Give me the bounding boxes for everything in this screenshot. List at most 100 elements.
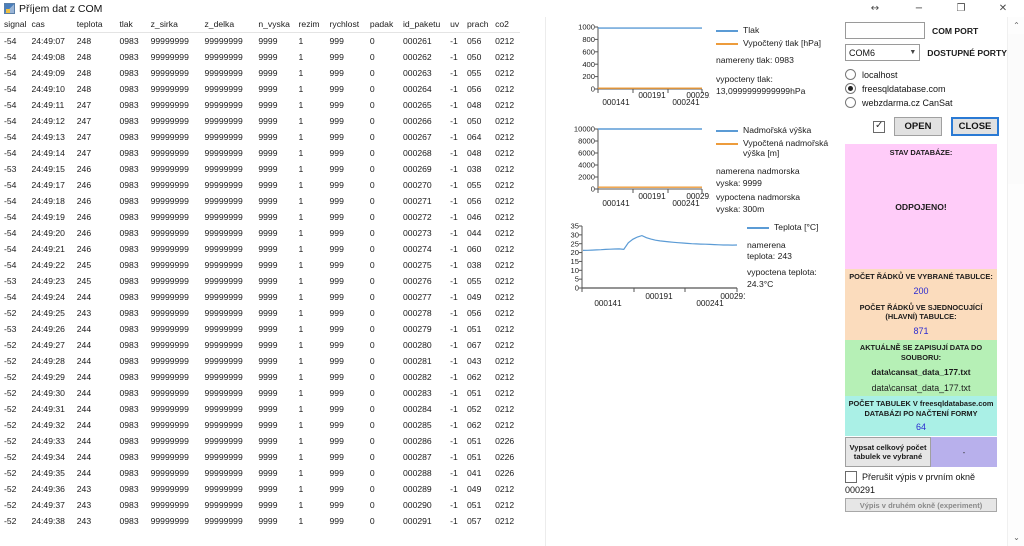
break-output-row[interactable]: Přerušit výpis v prvním okně	[845, 471, 1007, 484]
cell-z_delka: 99999999	[204, 67, 243, 78]
cell-signal: -52	[4, 371, 17, 382]
radio-localhost-icon[interactable]	[845, 69, 856, 80]
second-window-output-button[interactable]: Výpis v druhém okně (experiment)	[845, 498, 997, 513]
close-button[interactable]: CLOSE	[951, 117, 999, 136]
cell-z_sirka: 99999999	[150, 67, 189, 78]
cell-uv: -1	[450, 339, 458, 350]
table-row[interactable]: -54 24:49:11 247 0983 99999999 99999999 9999 1 9…	[0, 97, 520, 113]
break-output-checkbox[interactable]	[845, 471, 857, 484]
cell-uv: -1	[450, 115, 458, 126]
column-header-co2[interactable]: co2	[495, 17, 520, 33]
cell-n_vyska: 9999	[258, 83, 278, 94]
cell-z_sirka: 99999999	[150, 467, 189, 478]
cell-z_delka: 99999999	[204, 211, 243, 222]
column-header-cas[interactable]: cas	[31, 17, 77, 33]
table-row[interactable]: -52 24:49:32 244 0983 99999999 99999999 9999 1 9…	[0, 417, 520, 433]
cell-co2: 0212	[495, 147, 515, 158]
data-table-pane[interactable]: signal cas teplota tlak z_sirka z_delka n_vysk…	[0, 17, 520, 546]
resize-icon[interactable]: ↔	[852, 0, 898, 17]
table-row[interactable]: -52 24:49:33 244 0983 99999999 99999999 9999 1 9…	[0, 433, 520, 449]
cell-n_vyska: 9999	[258, 323, 278, 334]
table-row[interactable]: -52 24:49:30 244 0983 99999999 99999999 9999 1 9…	[0, 385, 520, 401]
column-header-signal[interactable]: signal	[0, 17, 32, 33]
radio-row-webzdarma[interactable]: webzdarma.cz CanSat	[845, 97, 1007, 108]
scroll-down-icon[interactable]: ⌄	[1008, 529, 1024, 546]
table-row[interactable]: -52 24:49:34 244 0983 99999999 99999999 9999 1 9…	[0, 449, 520, 465]
vertical-scrollbar[interactable]: ⌃ ⌄	[1007, 17, 1024, 546]
table-row[interactable]: -54 24:49:09 248 0983 99999999 99999999 9999 1 9…	[0, 65, 520, 81]
table-row[interactable]: -54 24:49:19 246 0983 99999999 99999999 9999 1 9…	[0, 209, 520, 225]
cell-prach: 055	[467, 179, 482, 190]
table-row[interactable]: -54 24:49:22 245 0983 99999999 99999999 9999 1 9…	[0, 257, 520, 273]
column-header-teplota[interactable]: teplota	[76, 17, 120, 33]
cell-id_paketu: 000264	[403, 83, 432, 94]
table-row[interactable]: -52 24:49:36 243 0983 99999999 99999999 9999 1 9…	[0, 481, 520, 497]
cell-co2: 0212	[495, 115, 515, 126]
cell-uv: -1	[450, 147, 458, 158]
table-row[interactable]: -54 24:49:08 248 0983 99999999 99999999 9999 1 9…	[0, 49, 520, 65]
cell-id_paketu: 000288	[403, 467, 432, 478]
column-header-rychlost[interactable]: rychlost	[329, 17, 370, 33]
cell-rezim: 1	[298, 403, 304, 414]
table-row[interactable]: -54 24:49:10 248 0983 99999999 99999999 9999 1 9…	[0, 81, 520, 97]
table-row[interactable]: -52 24:49:37 243 0983 99999999 99999999 9999 1 9…	[0, 497, 520, 513]
column-header-padak[interactable]: padak	[369, 17, 404, 33]
cell-signal: -52	[4, 307, 17, 318]
table-row[interactable]: -53 24:49:26 244 0983 99999999 99999999 9999 1 9…	[0, 321, 520, 337]
column-header-id_paketu[interactable]: id_paketu	[403, 17, 451, 33]
radio-freesqldatabase-icon[interactable]	[845, 83, 856, 94]
connection-toggle-checkbox[interactable]	[873, 120, 885, 133]
minimize-icon[interactable]: −	[898, 0, 940, 17]
table-row[interactable]: -54 24:49:17 246 0983 99999999 99999999 9999 1 9…	[0, 177, 520, 193]
open-button[interactable]: OPEN	[894, 117, 942, 136]
column-header-rezim[interactable]: rezim	[298, 17, 330, 33]
table-row[interactable]: -52 24:49:29 244 0983 99999999 99999999 9999 1 9…	[0, 369, 520, 385]
table-row[interactable]: -52 24:49:38 243 0983 99999999 99999999 9999 1 9…	[0, 513, 520, 529]
rows-selected-value: 200	[913, 285, 929, 296]
table-row[interactable]: -54 24:49:13 247 0983 99999999 99999999 9999 1 9…	[0, 129, 520, 145]
table-row[interactable]: -54 24:49:24 244 0983 99999999 99999999 9999 1 9…	[0, 289, 520, 305]
column-header-n_vyska[interactable]: n_vyska	[258, 17, 299, 33]
table-row[interactable]: -53 24:49:15 246 0983 99999999 99999999 9999 1 9…	[0, 161, 520, 177]
cell-rychlost: 999	[329, 291, 344, 302]
temperature-plot-svg: 05101520253035 000141 000191 000241 0002…	[571, 222, 745, 308]
cell-padak: 0	[369, 211, 375, 222]
maximize-icon[interactable]: ❐	[940, 0, 982, 17]
cell-z_delka: 99999999	[204, 51, 243, 62]
cell-uv: -1	[450, 499, 458, 510]
available-ports-value: COM6	[849, 47, 876, 58]
table-row[interactable]: -52 24:49:27 244 0983 99999999 99999999 9999 1 9…	[0, 337, 520, 353]
table-row[interactable]: -54 24:49:18 246 0983 99999999 99999999 9999 1 9…	[0, 193, 520, 209]
cell-teplota: 248	[76, 83, 92, 94]
table-row[interactable]: -52 24:49:28 244 0983 99999999 99999999 9999 1 9…	[0, 353, 520, 369]
table-row[interactable]: -54 24:49:14 247 0983 99999999 99999999 9999 1 9…	[0, 145, 520, 161]
radio-row-localhost[interactable]: localhost	[845, 69, 1007, 80]
cell-co2: 0226	[495, 467, 515, 478]
column-header-prach[interactable]: prach	[467, 17, 496, 33]
available-ports-select[interactable]: COM6 ▼	[845, 44, 921, 61]
table-row[interactable]: -52 24:49:35 244 0983 99999999 99999999 9999 1 9…	[0, 465, 520, 481]
column-header-tlak[interactable]: tlak	[119, 17, 151, 33]
column-header-z_delka[interactable]: z_delka	[204, 17, 259, 33]
table-row[interactable]: -54 24:49:07 248 0983 99999999 99999999 9999 1 9…	[0, 33, 520, 49]
cell-padak: 0	[369, 227, 375, 238]
close-icon[interactable]: ✕	[982, 0, 1024, 17]
cell-teplota: 244	[76, 467, 92, 478]
table-row[interactable]: -54 24:49:12 247 0983 99999999 99999999 9999 1 9…	[0, 113, 520, 129]
cell-prach: 051	[467, 323, 482, 334]
cell-padak: 0	[369, 515, 375, 526]
column-header-uv[interactable]: uv	[450, 17, 468, 33]
radio-webzdarma-icon[interactable]	[845, 97, 856, 108]
column-header-z_sirka[interactable]: z_sirka	[150, 17, 205, 33]
radio-row-freesqldatabase[interactable]: freesqldatabase.com	[845, 83, 1007, 94]
scroll-up-icon[interactable]: ⌃	[1008, 17, 1024, 34]
table-row[interactable]: -52 24:49:31 244 0983 99999999 99999999 9999 1 9…	[0, 401, 520, 417]
cell-id_paketu: 000267	[403, 131, 432, 142]
com-port-input[interactable]	[845, 22, 925, 39]
table-row[interactable]: -52 24:49:25 243 0983 99999999 99999999 9999 1 9…	[0, 305, 520, 321]
table-row[interactable]: -54 24:49:20 246 0983 99999999 99999999 9999 1 9…	[0, 225, 520, 241]
scrollbar-thumb[interactable]	[1008, 34, 1024, 184]
table-row[interactable]: -53 24:49:23 245 0983 99999999 99999999 9999 1 9…	[0, 273, 520, 289]
table-row[interactable]: -54 24:49:21 246 0983 99999999 99999999 9999 1 9…	[0, 241, 520, 257]
count-tables-button[interactable]: Vypsat celkový počet tabulek ve vybrané	[845, 437, 931, 468]
